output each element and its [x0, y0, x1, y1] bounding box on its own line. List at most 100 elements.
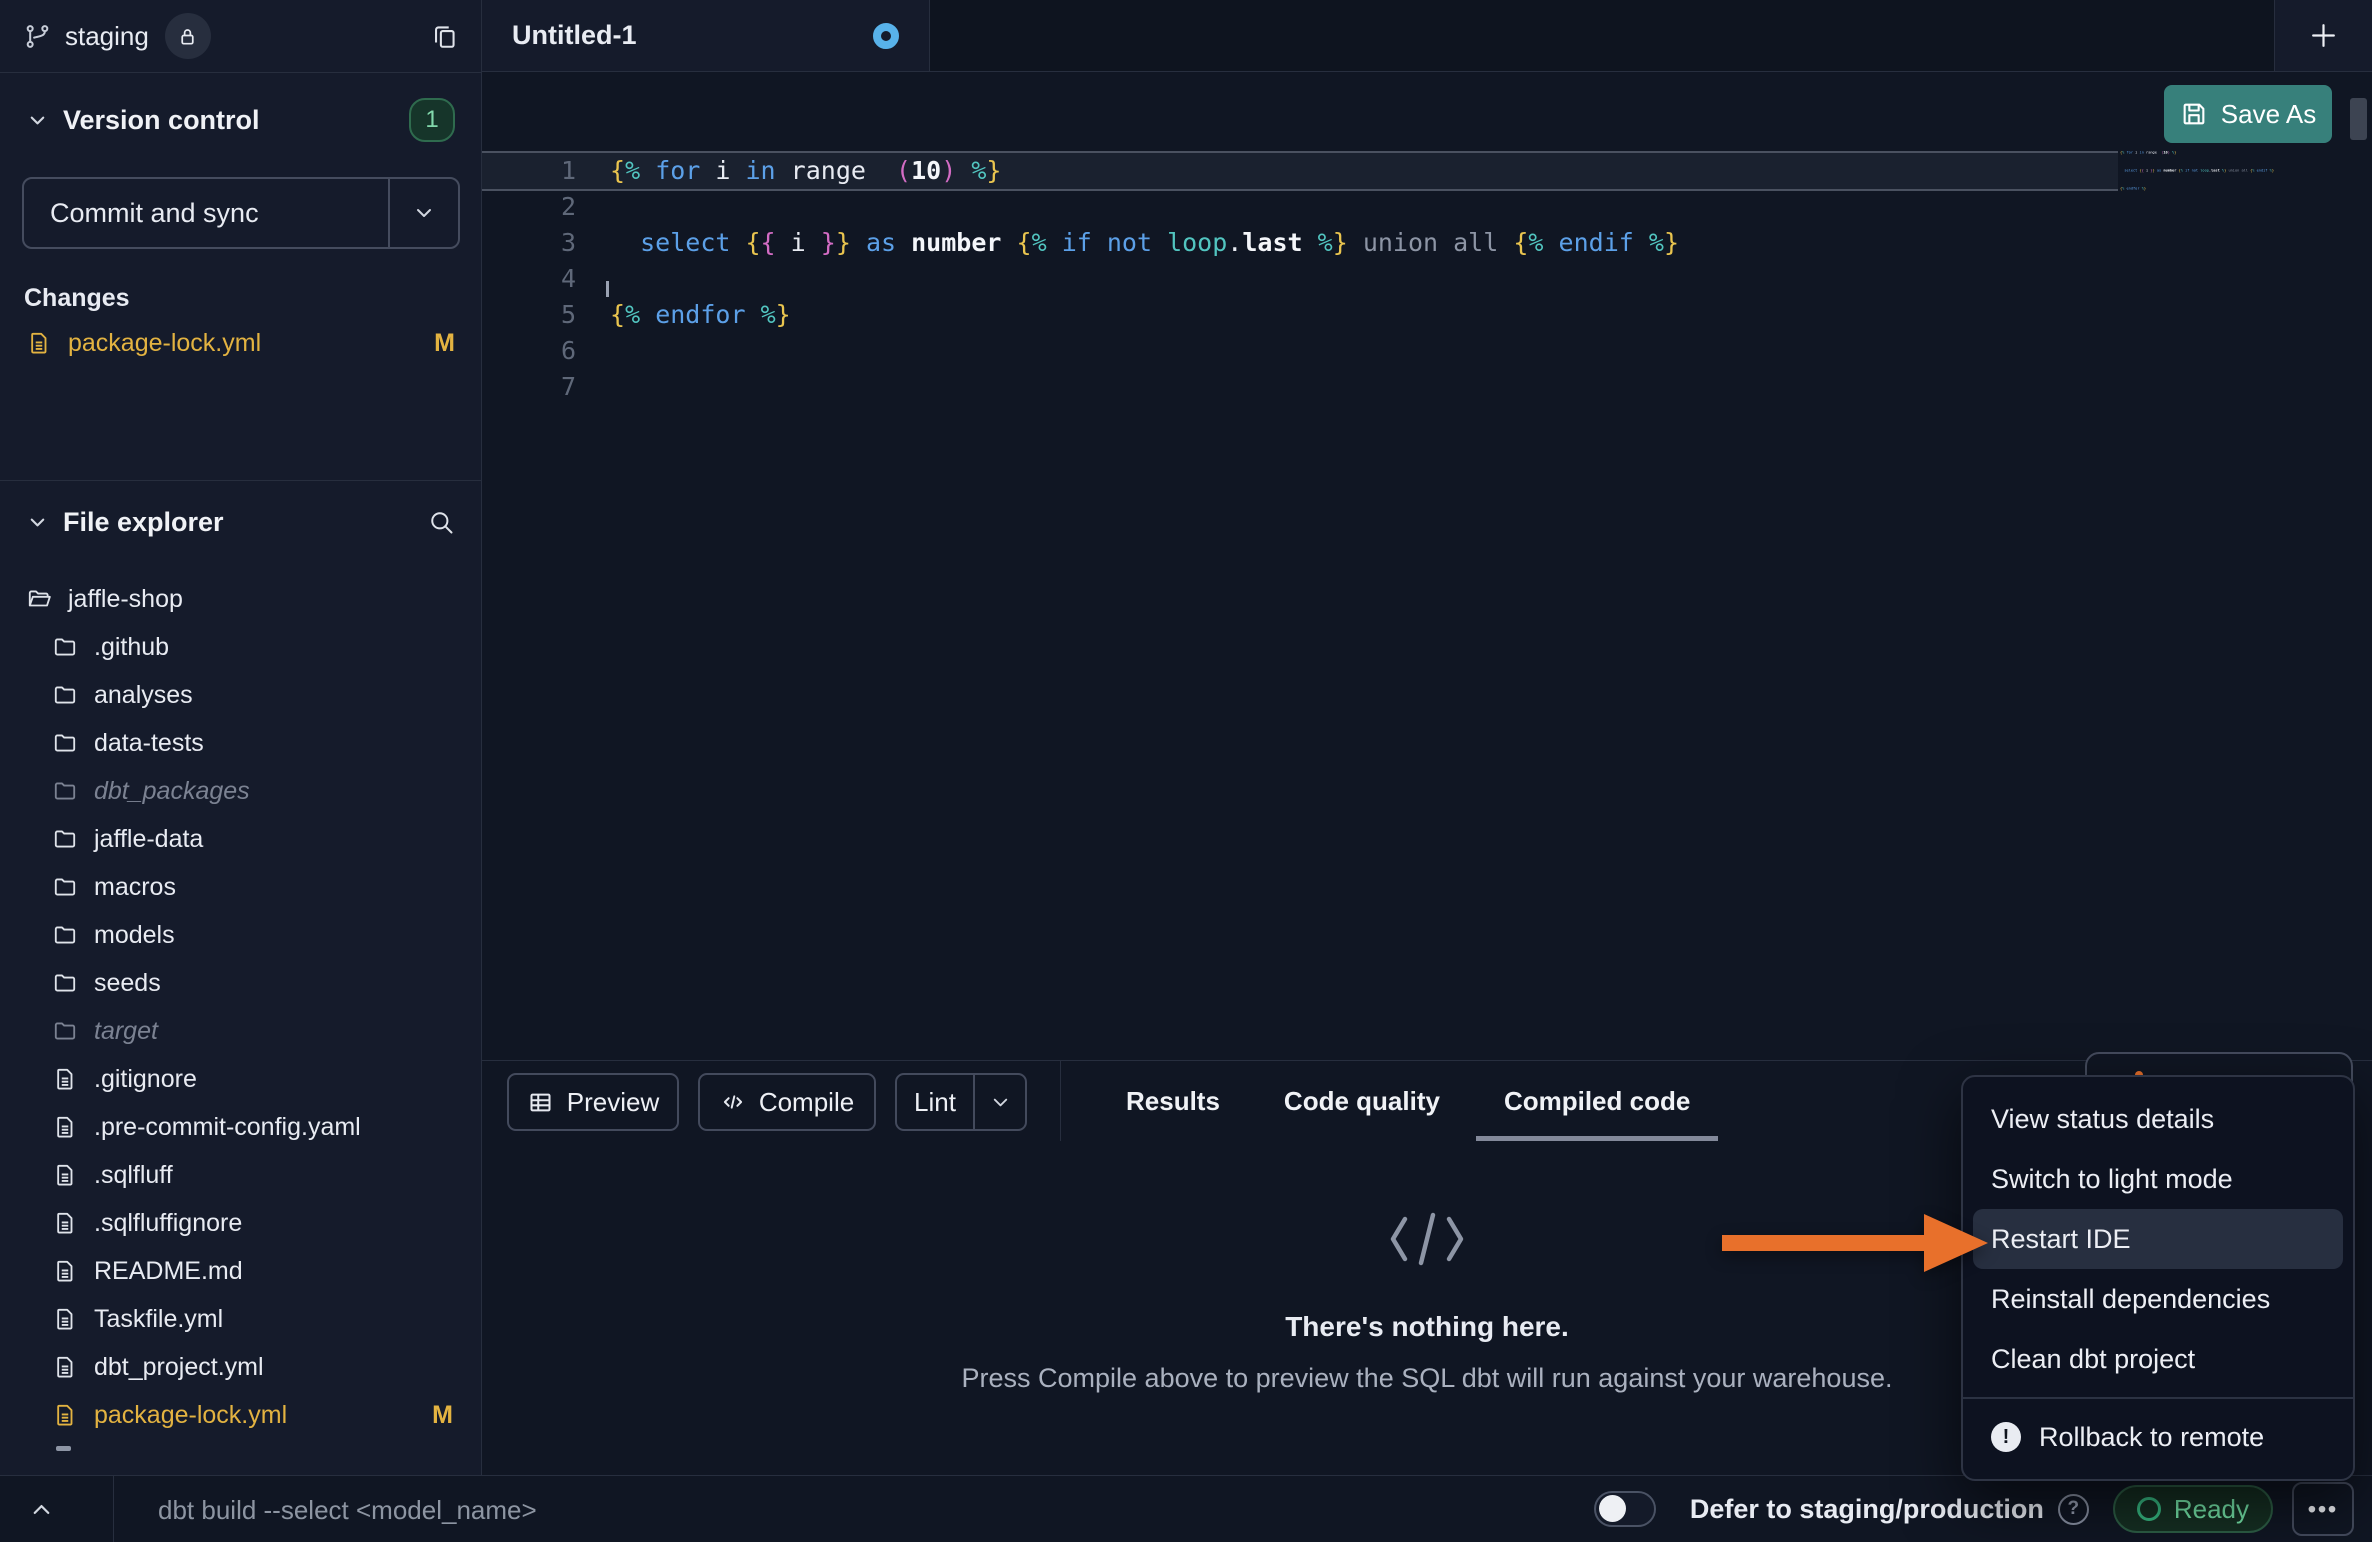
folder-icon: [52, 1018, 78, 1044]
changes-heading: Changes: [24, 284, 130, 313]
menu-divider: [1963, 1397, 2353, 1399]
panel-tab-results[interactable]: Results: [1126, 1061, 1220, 1141]
tree-item-taskfile-yml[interactable]: Taskfile.yml: [0, 1295, 481, 1343]
chevron-down-icon: [989, 1091, 1012, 1114]
sidebar: staging Version control 1 Commit and syn…: [0, 0, 482, 1475]
file-icon: [52, 1402, 78, 1428]
status-badge[interactable]: Ready: [2113, 1485, 2273, 1533]
line-number-gutter: 1234567: [482, 153, 576, 405]
code-editor[interactable]: 1234567 {% for i in range (10) %} select…: [482, 72, 2372, 1060]
file-icon: [52, 1210, 78, 1236]
file-explorer-header[interactable]: File explorer: [0, 499, 481, 545]
file-icon: [52, 1162, 78, 1188]
file-icon: [52, 1258, 78, 1284]
menu-item-switch-to-light-mode[interactable]: Switch to light mode: [1963, 1149, 2353, 1209]
tree-item-jaffle-data[interactable]: jaffle-data: [0, 815, 481, 863]
tree-item-macros[interactable]: macros: [0, 863, 481, 911]
tree-item-sqlfluffignore[interactable]: .sqlfluffignore: [0, 1199, 481, 1247]
git-branch-icon: [24, 23, 51, 50]
code-content: {% for i in range (10) %} select {{ i }}…: [610, 153, 1679, 405]
code-line-6: [610, 333, 1679, 369]
toggle-knob: [1599, 1495, 1626, 1522]
lint-label[interactable]: Lint: [897, 1087, 973, 1118]
new-tab-button[interactable]: [2274, 0, 2372, 71]
code-line-4: [610, 261, 1679, 297]
tree-item-readme-md[interactable]: README.md: [0, 1247, 481, 1295]
file-icon: [52, 1306, 78, 1332]
statusbar-divider: [113, 1476, 114, 1542]
code-line-7: [610, 369, 1679, 405]
plus-icon: [2308, 20, 2339, 51]
line-number-2: 2: [482, 189, 576, 225]
code-line-1: {% for i in range (10) %}: [610, 153, 1679, 189]
menu-item-clean-dbt-project[interactable]: Clean dbt project: [1963, 1329, 2353, 1389]
save-as-button[interactable]: Save As: [2164, 85, 2332, 143]
commit-and-sync-label[interactable]: Commit and sync: [24, 179, 388, 247]
tree-item-gitignore[interactable]: .gitignore: [0, 1055, 481, 1103]
panel-tab-compiled-code[interactable]: Compiled code: [1504, 1061, 1690, 1141]
tree-item-dbt-packages[interactable]: dbt_packages: [0, 767, 481, 815]
panel-tab-code-quality[interactable]: Code quality: [1284, 1061, 1440, 1141]
help-icon[interactable]: ?: [2058, 1494, 2089, 1525]
compile-button[interactable]: Compile: [698, 1073, 876, 1131]
chevron-down-icon: [26, 109, 49, 132]
tree-item-github[interactable]: .github: [0, 623, 481, 671]
minimap-line-1: {% for i in range (10) %}: [2120, 148, 2343, 157]
version-control-title: Version control: [63, 105, 260, 136]
ide-options-context-menu: View status detailsSwitch to light modeR…: [1961, 1075, 2355, 1481]
commit-options-caret[interactable]: [388, 179, 458, 247]
code-icon: [720, 1089, 746, 1115]
tree-item-pre-commit-config-yaml[interactable]: .pre-commit-config.yaml: [0, 1103, 481, 1151]
tab-untitled-1[interactable]: Untitled-1: [482, 0, 930, 71]
commit-and-sync-button[interactable]: Commit and sync: [22, 177, 460, 249]
defer-toggle[interactable]: [1594, 1491, 1656, 1527]
changes-list: package-lock.ymlM: [0, 320, 481, 366]
editor-scrollbar-thumb[interactable]: [2350, 98, 2367, 140]
tree-item-analyses[interactable]: analyses: [0, 671, 481, 719]
menu-item-rollback-to-remote[interactable]: !Rollback to remote: [1963, 1407, 2353, 1467]
status-bar: Defer to staging/production ? Ready •••: [0, 1475, 2372, 1542]
tree-item-jaffle-shop[interactable]: jaffle-shop: [0, 575, 481, 623]
line-number-3: 3: [482, 225, 576, 261]
collapse-panel-button[interactable]: [28, 1496, 55, 1523]
modified-badge: M: [434, 329, 455, 358]
copy-icon[interactable]: [430, 22, 459, 51]
empty-state-title: There's nothing here.: [1285, 1311, 1569, 1343]
line-number-5: 5: [482, 297, 576, 333]
folder-icon: [52, 634, 78, 660]
toolbar-divider: [1060, 1061, 1061, 1141]
tree-item-sqlfluff[interactable]: .sqlfluff: [0, 1151, 481, 1199]
version-control-header[interactable]: Version control 1: [0, 97, 481, 143]
code-line-5: {% endfor %}: [610, 297, 1679, 333]
tree-item-models[interactable]: models: [0, 911, 481, 959]
lint-button[interactable]: Lint: [895, 1073, 1027, 1131]
preview-button[interactable]: Preview: [507, 1073, 679, 1131]
tree-item-target[interactable]: target: [0, 1007, 481, 1055]
empty-state-subtitle: Press Compile above to preview the SQL d…: [962, 1363, 1893, 1394]
overflow-menu-button[interactable]: •••: [2292, 1482, 2354, 1536]
chevron-down-icon: [412, 201, 436, 225]
file-icon: [52, 1354, 78, 1380]
tree-item-dbt-project-yml[interactable]: dbt_project.yml: [0, 1343, 481, 1391]
tree-item-package-lock-yml[interactable]: package-lock.ymlM: [0, 1391, 481, 1439]
tree-item-seeds[interactable]: seeds: [0, 959, 481, 1007]
menu-item-restart-ide[interactable]: Restart IDE: [1973, 1209, 2343, 1269]
menu-item-view-status-details[interactable]: View status details: [1963, 1089, 2353, 1149]
folder-icon: [52, 874, 78, 900]
change-item-package-lock-yml[interactable]: package-lock.ymlM: [0, 320, 481, 366]
folder-icon: [52, 682, 78, 708]
tree-item-data-tests[interactable]: data-tests: [0, 719, 481, 767]
defer-label: Defer to staging/production: [1690, 1494, 2044, 1525]
search-icon[interactable]: [427, 508, 455, 536]
folder-icon: [52, 826, 78, 852]
menu-item-reinstall-dependencies[interactable]: Reinstall dependencies: [1963, 1269, 2353, 1329]
lint-options-caret[interactable]: [973, 1075, 1025, 1129]
save-icon: [2180, 100, 2208, 128]
modified-badge: M: [432, 1401, 453, 1430]
minimap[interactable]: {% for i in range (10) %} select {{ i }}…: [2120, 148, 2344, 228]
compile-label: Compile: [759, 1087, 854, 1118]
command-input[interactable]: [156, 1484, 1160, 1536]
clipped-tree-item: [56, 1446, 71, 1451]
branch-name[interactable]: staging: [65, 21, 149, 52]
lock-icon: [176, 25, 199, 48]
